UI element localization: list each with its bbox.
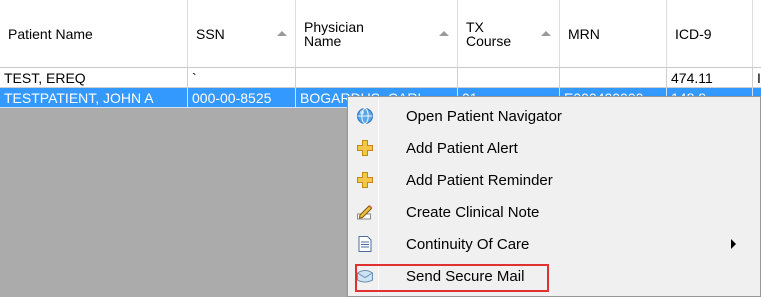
- menu-item-open-patient-navigator[interactable]: Open Patient Navigator: [350, 101, 758, 131]
- column-header-label: MRN: [568, 25, 600, 42]
- column-header-icd9[interactable]: ICD-9: [667, 0, 753, 67]
- cell-patient-name[interactable]: TESTPATIENT, JOHN A: [0, 88, 188, 108]
- column-header-label: ICD-9: [675, 25, 712, 42]
- menu-item-label: Send Secure Mail: [406, 268, 525, 285]
- menu-item-add-patient-alert[interactable]: Add Patient Alert: [350, 133, 758, 163]
- sort-ascending-icon: [277, 31, 287, 36]
- globe-icon: [356, 107, 374, 125]
- cell-patient-name[interactable]: TEST, EREQ: [0, 68, 188, 88]
- cell-more[interactable]: I: [753, 68, 761, 88]
- menu-item-label: Create Clinical Note: [406, 204, 540, 221]
- document-icon: [356, 235, 374, 253]
- column-header-label: Patient Name: [8, 25, 93, 42]
- column-header-ssn[interactable]: SSN: [188, 0, 296, 67]
- context-menu: Open Patient Navigator Add Patient Alert…: [347, 96, 761, 297]
- mail-icon: [356, 267, 374, 285]
- menu-item-create-clinical-note[interactable]: Create Clinical Note: [350, 197, 758, 227]
- cell-physician-name[interactable]: [296, 68, 458, 88]
- sort-ascending-icon: [439, 31, 449, 36]
- column-header-mrn[interactable]: MRN: [560, 0, 667, 67]
- cell-icd9[interactable]: 474.11: [667, 68, 753, 88]
- cell-tx-course[interactable]: [458, 68, 560, 88]
- submenu-arrow-icon: [731, 239, 736, 249]
- menu-item-label: Add Patient Alert: [406, 140, 518, 157]
- table-row[interactable]: TEST, EREQ ` 474.11 I: [0, 68, 761, 88]
- column-header-more[interactable]: [753, 0, 761, 67]
- yellow-plus-icon: [356, 171, 374, 189]
- grid-header: Patient Name SSN Physician Name TX Cours…: [0, 0, 761, 68]
- pencil-note-icon: [356, 203, 374, 221]
- cell-ssn[interactable]: `: [188, 68, 296, 88]
- yellow-plus-icon: [356, 139, 374, 157]
- menu-item-add-patient-reminder[interactable]: Add Patient Reminder: [350, 165, 758, 195]
- column-header-label: Physician Name: [304, 18, 364, 49]
- menu-item-label: Continuity Of Care: [406, 236, 530, 253]
- column-header-tx-course[interactable]: TX Course: [458, 0, 560, 67]
- menu-item-label: Add Patient Reminder: [406, 172, 553, 189]
- menu-item-label: Open Patient Navigator: [406, 108, 562, 125]
- column-header-patient-name[interactable]: Patient Name: [0, 0, 188, 67]
- menu-item-continuity-of-care[interactable]: Continuity Of Care: [350, 229, 758, 259]
- cell-ssn[interactable]: 000-00-8525: [188, 88, 296, 108]
- sort-ascending-icon: [541, 31, 551, 36]
- menu-item-send-secure-mail[interactable]: Send Secure Mail: [350, 261, 758, 292]
- column-header-physician-name[interactable]: Physician Name: [296, 0, 458, 67]
- cell-mrn[interactable]: [560, 68, 667, 88]
- column-header-label: TX Course: [466, 18, 512, 49]
- column-header-label: SSN: [196, 25, 225, 42]
